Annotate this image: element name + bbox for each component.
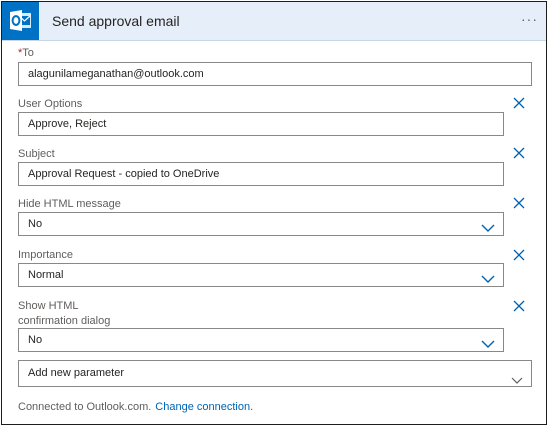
show-html-label: Show HTML confirmation dialog [18, 300, 110, 328]
chevron-down-icon [481, 335, 495, 351]
to-value: alagunilameganathan@outlook.com [28, 68, 204, 80]
hide-html-label: Hide HTML message [18, 198, 121, 210]
add-new-parameter-dropdown[interactable]: Add new parameter [18, 360, 532, 387]
add-parameter-text: Add new parameter [28, 367, 124, 379]
subject-field[interactable]: Approval Request - copied to OneDrive [18, 162, 504, 186]
chevron-down-icon [481, 270, 495, 286]
show-html-value: No [28, 334, 43, 346]
chevron-down-icon [481, 219, 495, 235]
chevron-down-icon [511, 370, 523, 386]
subject-value: Approval Request - copied to OneDrive [28, 168, 220, 180]
card-header[interactable]: Send approval email ··· [2, 2, 546, 41]
connected-text: Connected to Outlook.com. [18, 401, 152, 413]
remove-hide-html-icon[interactable] [513, 197, 525, 212]
ellipsis-icon[interactable]: ··· [521, 11, 538, 27]
to-field[interactable]: alagunilameganathan@outlook.com [18, 62, 532, 86]
show-html-label-line1: Show HTML [18, 300, 79, 312]
to-label-text: To [22, 47, 34, 59]
hide-html-value: No [28, 218, 43, 230]
remove-show-html-icon[interactable] [513, 300, 525, 315]
change-connection-link[interactable]: Change connection. [155, 401, 253, 413]
importance-value: Normal [28, 269, 64, 281]
connection-footer: Connected to Outlook.com. Change connecti… [18, 401, 253, 413]
user-options-value: Approve, Reject [28, 118, 107, 130]
importance-dropdown[interactable]: Normal [18, 263, 504, 287]
user-options-field[interactable]: Approve, Reject [18, 112, 504, 136]
remove-importance-icon[interactable] [513, 249, 525, 264]
user-options-label: User Options [18, 98, 83, 110]
action-card: Send approval email ··· *To alagunilameg… [1, 1, 547, 425]
remove-subject-icon[interactable] [513, 147, 525, 162]
show-html-dropdown[interactable]: No [18, 328, 504, 352]
remove-user-options-icon[interactable] [513, 97, 525, 112]
importance-label: Importance [18, 249, 74, 261]
hide-html-dropdown[interactable]: No [18, 212, 504, 236]
to-label: *To [18, 47, 34, 60]
show-html-label-line2: confirmation dialog [18, 315, 111, 327]
outlook-app-icon [2, 2, 39, 40]
card-title: Send approval email [52, 13, 180, 29]
subject-label: Subject [18, 148, 55, 160]
